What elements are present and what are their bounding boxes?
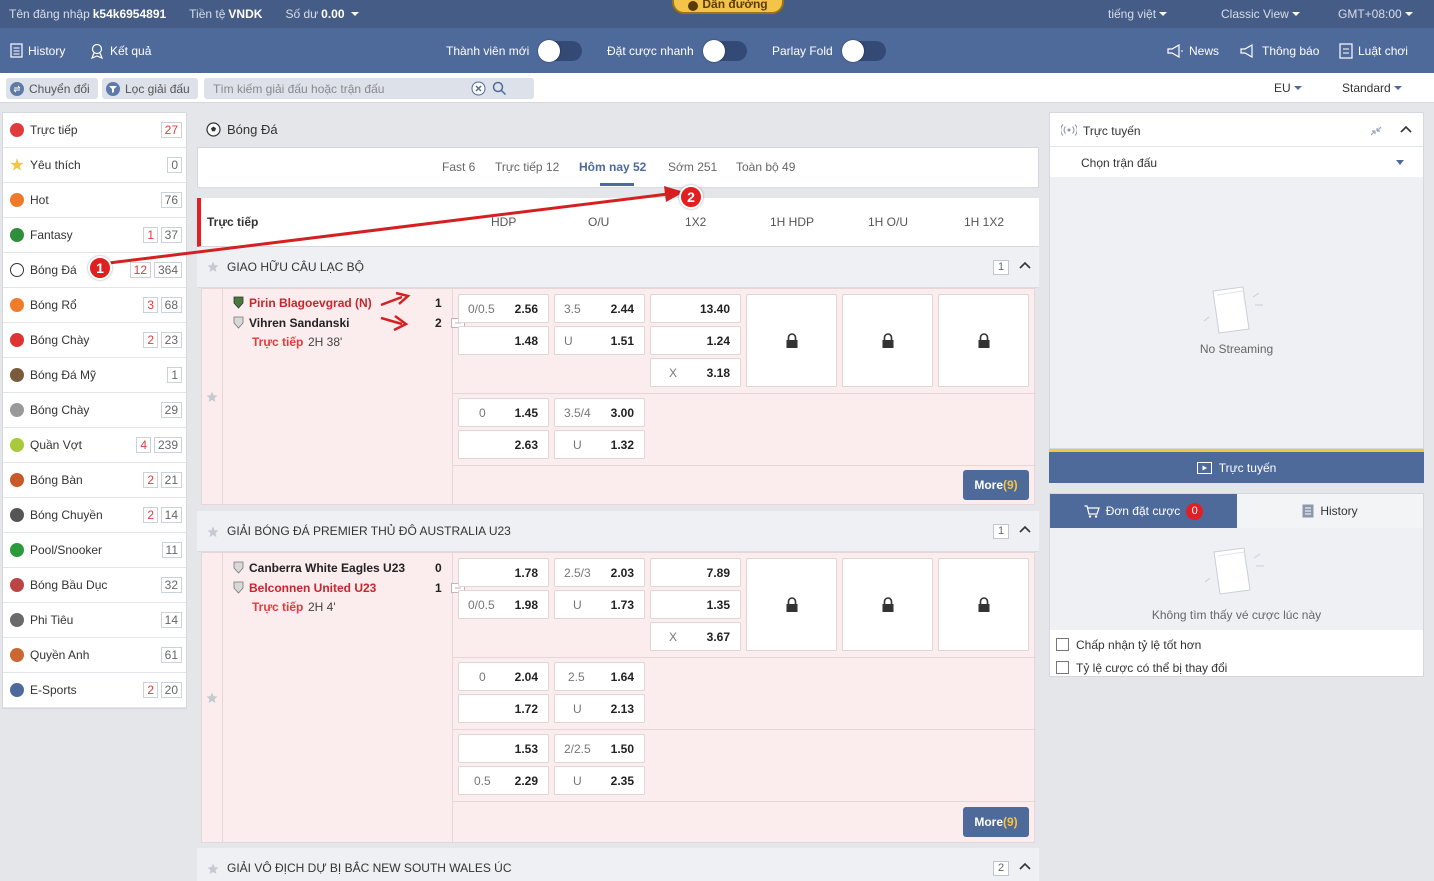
arrow-icon: [380, 314, 409, 332]
annotation-marker-2: 2: [679, 185, 703, 209]
annotation-overlay: [100, 186, 684, 332]
annotation-marker-1: 1: [88, 256, 112, 280]
arrow-icon: [380, 291, 411, 307]
annotation-arrow: [100, 192, 669, 266]
